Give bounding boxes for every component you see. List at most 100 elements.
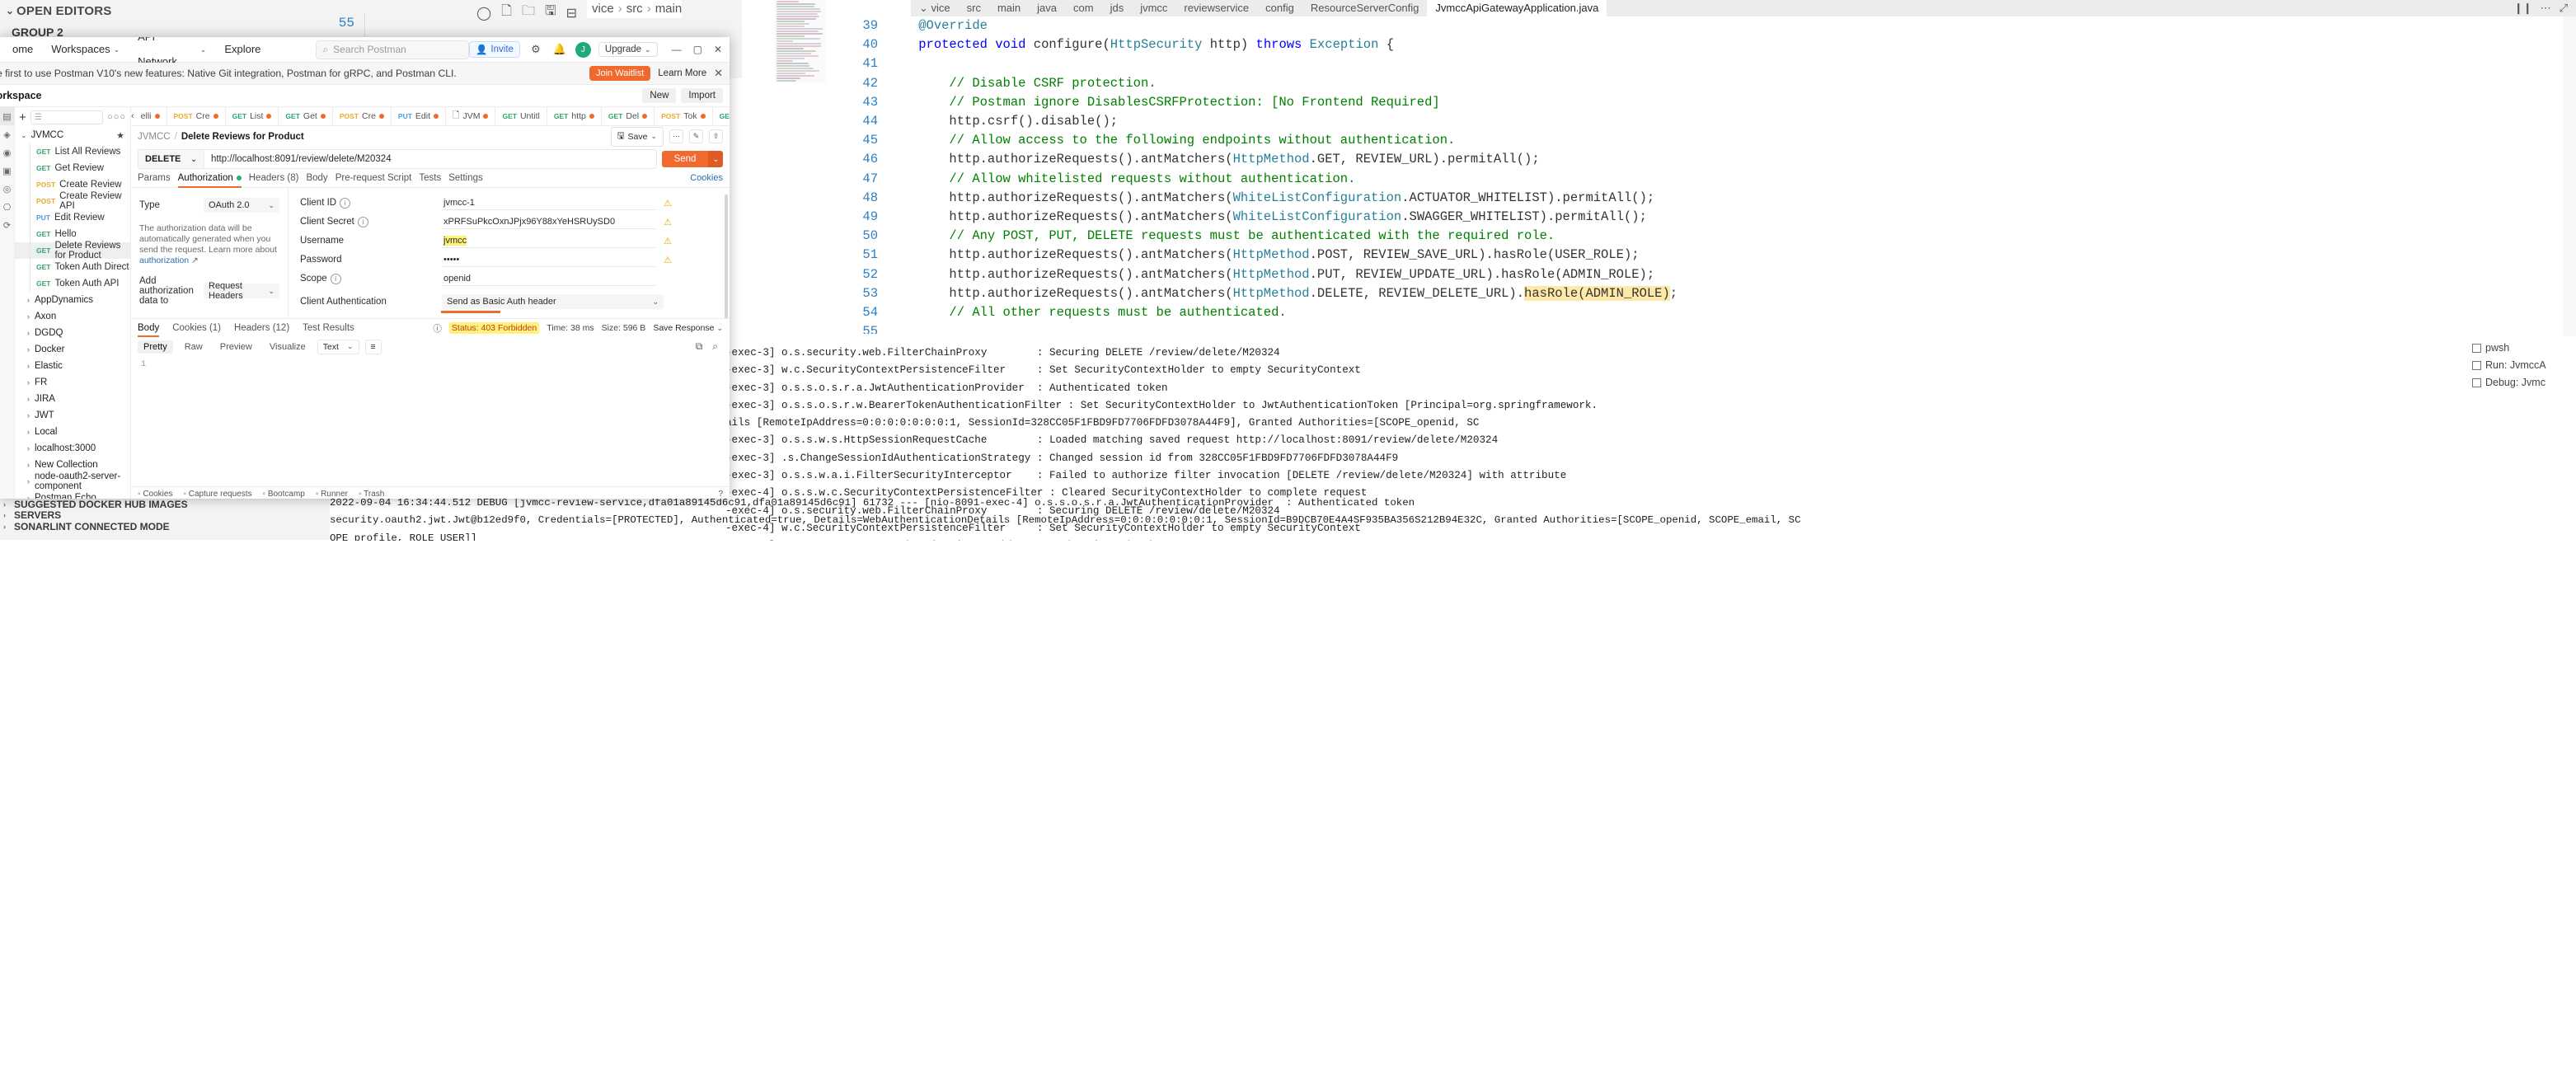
- sidebar-more-icon[interactable]: ○○○: [107, 112, 126, 122]
- code-line[interactable]: // Any POST, PUT, DELETE requests must b…: [888, 227, 1555, 246]
- footer-capture-icon[interactable]: ◦ Capture requests: [183, 490, 251, 499]
- code-line[interactable]: // Disable CSRF protection.: [888, 74, 1157, 93]
- auth-type-select[interactable]: OAuth 2.0 ⌄: [204, 198, 279, 213]
- sidebar-folder-10[interactable]: › New Collection: [15, 457, 130, 473]
- sidebar-folder-1[interactable]: › Axon: [15, 308, 130, 325]
- response-tab-0[interactable]: Body: [138, 323, 159, 333]
- request-tab-5[interactable]: Tests: [419, 173, 448, 187]
- postman-window[interactable]: ome Workspaces⌄ API Network⌄ Explore ⌕ S…: [0, 37, 730, 499]
- split-editor-icon[interactable]: ❙❙: [2514, 2, 2532, 15]
- terminal-tab-pwsh[interactable]: pwsh: [2469, 340, 2576, 357]
- maximize-icon[interactable]: ⤢: [2560, 2, 2568, 15]
- response-tab-2[interactable]: Headers (12): [234, 323, 289, 333]
- share-icon[interactable]: ⇪: [709, 129, 723, 143]
- editor-tab-src[interactable]: src: [959, 0, 989, 16]
- code-line[interactable]: @Override: [888, 16, 988, 35]
- sidebar-request-0[interactable]: GET List All Reviews: [15, 143, 130, 160]
- editor-tab-main[interactable]: main: [989, 0, 1029, 16]
- request-tab-2[interactable]: Headers (8): [249, 173, 307, 187]
- titlebar-right[interactable]: 👤 Invite ⚙ 🔔 J Upgrade ⌄ — ▢ ✕: [469, 41, 726, 58]
- code-minimap[interactable]: [775, 0, 826, 82]
- notifications-bell-icon[interactable]: 🔔: [551, 41, 568, 58]
- code-line[interactable]: http.authorizeRequests().antMatchers(Whi…: [888, 208, 1647, 227]
- editor-tab-jds[interactable]: jds: [1102, 0, 1133, 16]
- code-line[interactable]: http.authorizeRequests().antMatchers(Htt…: [888, 150, 1540, 169]
- request-tab-3[interactable]: Body: [306, 173, 335, 187]
- response-info-icon[interactable]: ⓘ: [433, 322, 442, 335]
- code-line[interactable]: // Allow whitelisted requests without au…: [888, 170, 1355, 189]
- sidebar-folder-8[interactable]: › Local: [15, 424, 130, 440]
- rail-flows-icon[interactable]: ⎔: [0, 198, 14, 216]
- open-tab-1[interactable]: POST Cre: [167, 107, 226, 125]
- code-line[interactable]: // All other requests must be authentica…: [888, 303, 1287, 322]
- footer-right[interactable]: ?: [718, 490, 723, 499]
- explorer-section[interactable]: › SUGGESTED DOCKER HUB IMAGES: [0, 499, 330, 511]
- postman-footer[interactable]: ◦ Cookies ◦ Capture requests ◦ Bootcamp ◦ R…: [131, 486, 730, 499]
- open-tab-5[interactable]: PUT Edit: [392, 107, 446, 125]
- sidebar-request-1[interactable]: GET Get Review: [15, 160, 130, 176]
- code-line[interactable]: http.authorizeRequests().antMatchers(Htt…: [888, 284, 1677, 303]
- request-tab-strip[interactable]: ‹ elli POST Cre GET List GET Get POST Cre PUT Edit 🗋…: [131, 107, 730, 126]
- auth-field-1[interactable]: Client Secret i xPRFSuPkcOxnJPjx96Y88xYeHS…: [300, 215, 718, 228]
- sidebar-request-3[interactable]: POST Create Review API: [15, 193, 130, 209]
- request-tab-1[interactable]: Authorization: [178, 173, 249, 187]
- auth-field-4[interactable]: Scope i openid: [300, 272, 718, 285]
- method-select[interactable]: DELETE ⌄: [138, 150, 204, 168]
- breadcrumb-part[interactable]: src: [626, 2, 643, 16]
- workspace-buttons[interactable]: New Import: [642, 88, 730, 103]
- breadcrumb-part[interactable]: main: [655, 2, 683, 16]
- send-options-caret[interactable]: ⌄: [708, 151, 723, 167]
- sidebar-request-7[interactable]: GET Token Auth Direct: [15, 259, 130, 275]
- info-icon[interactable]: i: [358, 217, 368, 227]
- nav-explore[interactable]: Explore: [215, 37, 270, 62]
- editor-tab-controls[interactable]: ❙❙ ⋯ ⤢: [2514, 2, 2576, 15]
- response-icon-actions[interactable]: ⧉ ⌕: [696, 340, 723, 353]
- url-row[interactable]: DELETE ⌄ http://localhost:8091/review/de…: [131, 147, 730, 169]
- new-button[interactable]: New: [642, 88, 676, 103]
- send-button-group[interactable]: Send ⌄: [662, 151, 723, 167]
- rail-monitors-icon[interactable]: ◎: [0, 180, 14, 198]
- filter-input[interactable]: ☰: [30, 110, 103, 124]
- open-tab-7[interactable]: GET Untitl: [495, 107, 547, 125]
- search-icon[interactable]: ⌕: [712, 340, 718, 353]
- sidebar-folder-5[interactable]: › FR: [15, 374, 130, 391]
- add-auth-data-select[interactable]: Request Headers ⌄: [204, 284, 279, 298]
- view-mode-2[interactable]: Preview: [214, 340, 258, 354]
- sidebar-folder-7[interactable]: › JWT: [15, 407, 130, 424]
- request-actions[interactable]: 🖫 Save ⌄ ⋯ ✎ ⇪: [611, 127, 730, 147]
- url-box[interactable]: DELETE ⌄ http://localhost:8091/review/de…: [138, 149, 657, 169]
- sidebar-request-5[interactable]: GET Hello: [15, 226, 130, 242]
- auth-field-input[interactable]: openid: [442, 272, 655, 286]
- activity-rail[interactable]: ▤ ◈ ◉ ▣ ◎ ⎔ ⟳: [0, 107, 15, 499]
- upgrade-button[interactable]: Upgrade ⌄: [598, 42, 658, 57]
- editor-tab-reviewservice[interactable]: reviewservice: [1175, 0, 1257, 16]
- open-tab-2[interactable]: GET List: [226, 107, 279, 125]
- breadcrumb-collection[interactable]: JVMCC: [138, 132, 171, 142]
- auth-field-5[interactable]: Client Authentication Send as Basic Auth …: [300, 295, 718, 308]
- rail-history-icon[interactable]: ⟳: [0, 216, 14, 234]
- sidebar-folder-3[interactable]: › Docker: [15, 341, 130, 358]
- code-line[interactable]: http.authorizeRequests().antMatchers(Htt…: [888, 265, 1654, 284]
- sidebar-folder-9[interactable]: › localhost:3000: [15, 440, 130, 457]
- request-tab-0[interactable]: Params: [138, 173, 178, 187]
- footer-bootcamp-icon[interactable]: ◦ Bootcamp: [263, 490, 305, 499]
- code-editor[interactable]: 39 @Override 40 protected void configure(…: [828, 16, 2576, 334]
- sidebar-folder-2[interactable]: › DGDQ: [15, 325, 130, 341]
- sidebar-folder-4[interactable]: › Elastic: [15, 358, 130, 374]
- auth-scrollbar[interactable]: [725, 195, 728, 318]
- banner-buttons[interactable]: Join Waitlist Learn More ✕: [589, 66, 723, 81]
- terminal-tabs[interactable]: pwsh Run: JvmccA Debug: Jvmc: [2469, 340, 2576, 389]
- open-tab-6[interactable]: 🗋 JVM: [446, 107, 495, 125]
- search-input[interactable]: ⌕ Search Postman: [316, 40, 469, 59]
- save-response-button[interactable]: Save Response ⌄: [653, 323, 723, 333]
- editor-tab-com[interactable]: com: [1065, 0, 1102, 16]
- view-mode-1[interactable]: Raw: [179, 340, 209, 354]
- copy-icon[interactable]: ⧉: [696, 340, 703, 353]
- editor-tab-config[interactable]: config: [1257, 0, 1302, 16]
- auth-field-select[interactable]: Send as Basic Auth header ⌄: [442, 294, 664, 309]
- rail-mock-icon[interactable]: ▣: [0, 162, 14, 180]
- open-tab-3[interactable]: GET Get: [279, 107, 332, 125]
- sidebar-request-2[interactable]: POST Create Review: [15, 176, 130, 193]
- save-all-icon[interactable]: 🖫: [545, 2, 556, 24]
- rail-collections-icon[interactable]: ▤: [0, 107, 14, 125]
